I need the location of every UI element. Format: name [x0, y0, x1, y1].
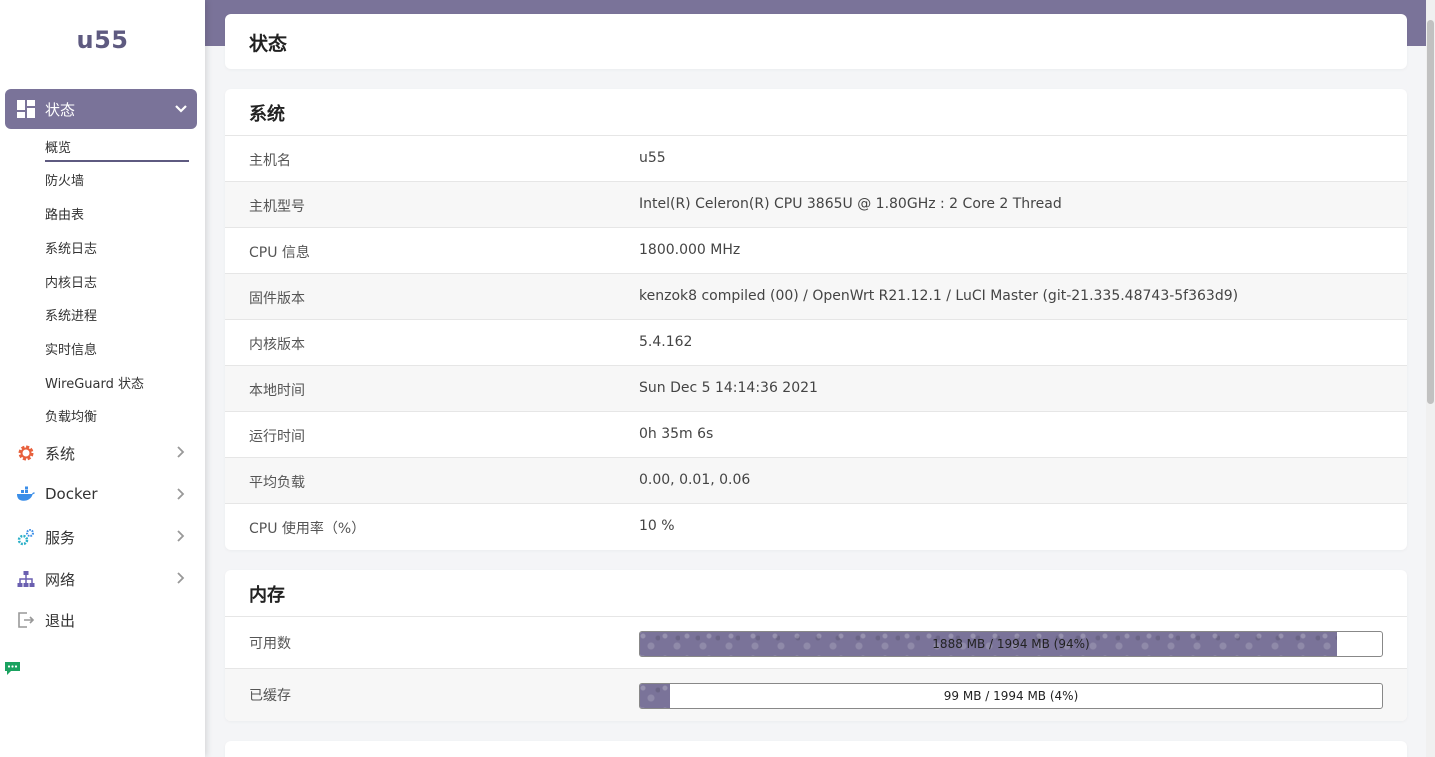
row-key: 已缓存: [249, 688, 291, 704]
memory-available-progress-bar: 1888 MB / 1994 MB (94%): [639, 631, 1383, 657]
table-row: 平均负载 0.00, 0.01, 0.06: [225, 458, 1407, 504]
subitem-syslog[interactable]: 系统日志: [45, 238, 97, 257]
chevron-right-icon: [177, 572, 185, 584]
scrollbar-thumb[interactable]: [1427, 20, 1434, 404]
chat-icon[interactable]: [4, 659, 21, 676]
row-key: 主机型号: [249, 199, 305, 215]
row-value: 0.00, 0.01, 0.06: [639, 472, 751, 488]
table-row: 运行时间 0h 35m 6s: [225, 412, 1407, 458]
services-icon: [17, 529, 34, 546]
chevron-right-icon: [177, 488, 185, 500]
table-row: CPU 信息 1800.000 MHz: [225, 228, 1407, 274]
table-row: 主机名 u55: [225, 136, 1407, 182]
active-subitem-indicator: [45, 160, 189, 162]
row-value: 5.4.162: [639, 334, 693, 350]
logout-icon: [18, 612, 35, 628]
gear-icon: [18, 445, 34, 461]
sidebar-item-logout[interactable]: 退出: [0, 605, 205, 635]
sidebar-item-label: 系统: [45, 445, 76, 463]
table-row: CPU 使用率（%） 10 %: [225, 504, 1407, 550]
subitem-routes[interactable]: 路由表: [45, 204, 84, 223]
subitem-firewall[interactable]: 防火墙: [45, 170, 84, 189]
sidebar-item-label: 服务: [45, 529, 76, 547]
progress-text: 1888 MB / 1994 MB (94%): [932, 637, 1090, 651]
subitem-wireguard[interactable]: WireGuard 状态: [45, 373, 144, 392]
chevron-right-icon: [177, 530, 185, 542]
row-value: 0h 35m 6s: [639, 426, 714, 442]
subitem-kernel-log[interactable]: 内核日志: [45, 272, 97, 291]
row-key: CPU 信息: [249, 245, 310, 261]
row-key: 固件版本: [249, 291, 305, 307]
row-value: Intel(R) Celeron(R) CPU 3865U @ 1.80GHz …: [639, 196, 1062, 212]
memory-cached-progress-bar: 99 MB / 1994 MB (4%): [639, 683, 1383, 709]
sidebar-item-label: 退出: [45, 612, 76, 630]
row-key: 可用数: [249, 636, 291, 652]
table-row: 固件版本 kenzok8 compiled (00) / OpenWrt R21…: [225, 274, 1407, 320]
row-key: 内核版本: [249, 337, 305, 353]
subitem-processes[interactable]: 系统进程: [45, 305, 97, 324]
page-scrollbar[interactable]: [1426, 0, 1435, 757]
docker-icon: [17, 486, 35, 501]
table-row: 可用数 1888 MB / 1994 MB (94%): [225, 617, 1407, 669]
system-card: 系统 主机名 u55 主机型号 Intel(R) Celeron(R) CPU …: [225, 89, 1407, 550]
row-value: 1800.000 MHz: [639, 242, 741, 258]
sidebar: u55 状态 概览 防火墙 路由表 系统日志 内核日志 系统进程 实时信息 Wi…: [0, 0, 205, 757]
row-value: u55: [639, 150, 666, 166]
progress-text: 99 MB / 1994 MB (4%): [943, 689, 1079, 703]
row-value: Sun Dec 5 14:14:36 2021: [639, 380, 818, 396]
page-title-card: 状态: [225, 14, 1407, 69]
sidebar-item-system[interactable]: 系统: [0, 438, 205, 468]
network-icon: [17, 571, 35, 587]
app-logo[interactable]: u55: [0, 26, 205, 54]
row-key: 运行时间: [249, 429, 305, 445]
row-key: 主机名: [249, 153, 291, 169]
row-key: CPU 使用率（%）: [249, 521, 366, 537]
sidebar-item-label: 状态: [45, 100, 76, 119]
sidebar-item-label: Docker: [45, 485, 98, 503]
sidebar-item-label: 网络: [45, 571, 76, 589]
row-value: 10 %: [639, 518, 675, 534]
row-value: kenzok8 compiled (00) / OpenWrt R21.12.1…: [639, 288, 1239, 304]
subitem-overview[interactable]: 概览: [45, 137, 71, 156]
next-section-card: [225, 741, 1407, 757]
row-key: 平均负载: [249, 475, 305, 491]
table-row: 内核版本 5.4.162: [225, 320, 1407, 366]
chevron-down-icon: [175, 105, 187, 113]
memory-card-header: 内存: [225, 570, 1407, 617]
table-row: 本地时间 Sun Dec 5 14:14:36 2021: [225, 366, 1407, 412]
row-key: 本地时间: [249, 383, 305, 399]
dashboard-icon: [17, 100, 35, 118]
chevron-right-icon: [177, 446, 185, 458]
subitem-load-balancing[interactable]: 负载均衡: [45, 406, 97, 425]
system-card-header: 系统: [225, 89, 1407, 136]
sidebar-item-services[interactable]: 服务: [0, 522, 205, 552]
memory-card: 内存 可用数 1888 MB / 1994 MB (94%) 已缓存 99 MB…: [225, 570, 1407, 721]
sidebar-item-status[interactable]: 状态: [5, 89, 197, 129]
memory-card-title: 内存: [249, 585, 285, 606]
page-title: 状态: [249, 33, 288, 55]
system-card-title: 系统: [249, 104, 285, 125]
subitem-realtime[interactable]: 实时信息: [45, 339, 97, 358]
table-row: 已缓存 99 MB / 1994 MB (4%): [225, 669, 1407, 721]
table-row: 主机型号 Intel(R) Celeron(R) CPU 3865U @ 1.8…: [225, 182, 1407, 228]
sidebar-item-network[interactable]: 网络: [0, 564, 205, 594]
sidebar-item-docker[interactable]: Docker: [0, 480, 205, 510]
